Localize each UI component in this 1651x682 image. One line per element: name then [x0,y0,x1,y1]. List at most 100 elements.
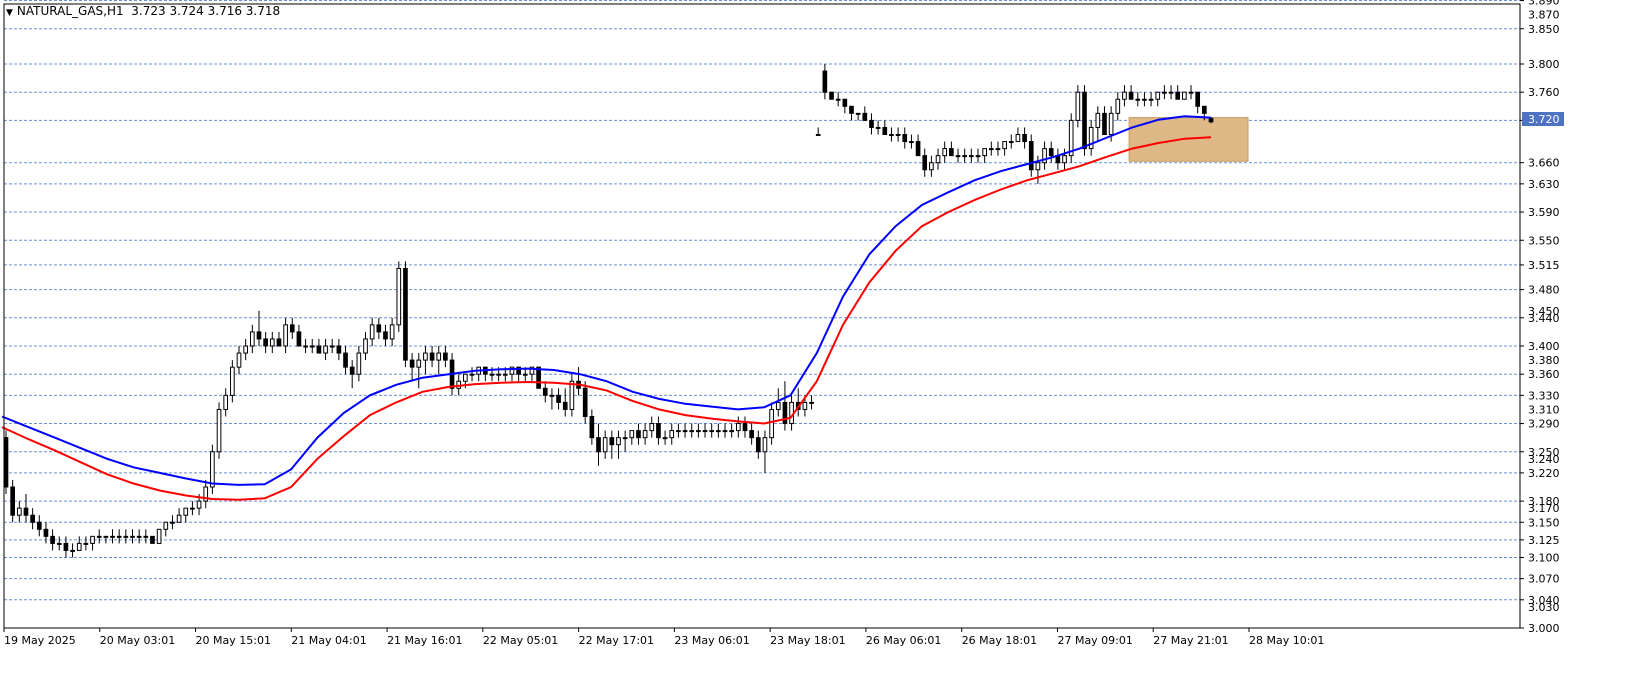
price-grid-lines [4,0,1520,629]
minor-price-label: 3.310 [1528,403,1560,416]
price-tick-label: 3.760 [1528,86,1560,99]
time-axis[interactable]: 19 May 2025 20 May 03:01 20 May 15:01 21 Ma… [3,628,1324,647]
candle-body [443,352,448,361]
candle [1128,85,1134,100]
candle-body [429,352,435,361]
candle-body [1188,91,1194,94]
candle-body [902,134,908,143]
price-tick-label: 3.070 [1528,573,1560,586]
price-tick-label: 3.000 [1528,622,1560,635]
candle-body [815,134,821,136]
price-axis[interactable]: 3.890 3.850 3.800 3.760 3.720 3.660 3.630 3.590… [1520,0,1564,635]
candle-body [735,423,741,432]
candle [1015,127,1021,143]
candle [396,261,402,332]
candle-body [895,134,901,136]
candle-body [882,126,888,135]
candle [409,353,415,382]
candle [1122,85,1127,107]
candle-body [922,155,928,171]
candle [589,409,595,445]
candle-body [662,437,668,440]
minor-price-label: 3.450 [1528,305,1560,318]
candle-body [629,430,635,439]
candle [1102,106,1107,135]
candle [929,155,934,177]
candle-body [1202,105,1207,114]
candle [210,444,215,495]
candle [1022,127,1027,149]
candle-body [296,331,302,347]
candle-body [183,507,189,516]
candle [443,346,448,368]
candle [170,515,175,530]
candle [143,529,149,544]
candle [975,148,981,163]
candle [536,366,541,389]
candle [882,120,888,135]
candle [609,430,615,459]
candle-body [702,430,708,433]
candle [23,494,29,523]
candle-body [243,345,248,354]
candle-body [369,324,375,340]
candle [1055,148,1061,170]
candle [136,529,142,544]
candle-body [502,373,508,376]
candle [230,360,235,403]
candle [682,423,688,438]
candle-body [190,507,195,510]
candle-body [855,112,861,115]
price-chart[interactable]: 3.890 3.850 3.800 3.760 3.720 3.660 3.630 3.590… [0,0,1651,682]
candle [1162,85,1167,100]
candle-body [1108,112,1114,135]
candle [742,416,748,438]
minor-price-label: 3.380 [1528,354,1560,367]
candle [283,317,288,354]
candle [1095,106,1101,142]
time-tick-label: 20 May 15:01 [196,634,271,647]
candle [1075,85,1081,128]
candle [762,430,768,473]
candle-body [303,345,308,348]
candle [223,388,229,417]
candle-body [123,535,129,538]
candle [722,423,728,438]
candle-body [10,486,15,516]
candle [795,388,801,417]
candle [735,416,741,438]
candle [96,529,102,544]
candle-body [216,408,222,453]
candle-body [1095,112,1101,128]
candle [689,423,695,438]
candle [309,338,315,354]
time-tick-label: 22 May 17:01 [579,634,654,647]
candle-body [849,105,854,114]
candle-body [383,331,388,340]
candle-body [1155,91,1161,100]
price-tick-label: 3.125 [1528,534,1560,547]
candle [429,346,435,368]
candle-body [802,401,808,410]
candle-body [822,70,828,93]
candle [269,331,275,354]
dropdown-triangle-icon[interactable]: ▼ [6,8,13,18]
candle-body [363,338,368,354]
candle [423,346,428,375]
candle-body [463,373,468,382]
candle-body [755,437,761,453]
candle-body [995,148,1001,151]
candle-body [596,437,601,453]
time-tick-label: 19 May 2025 [4,634,76,647]
candle-body [762,437,768,453]
candle-body [589,416,595,439]
candle [70,543,75,558]
candle [709,423,715,438]
candle [363,331,368,361]
candle-body [722,430,728,433]
candle [549,388,555,410]
candle [602,430,608,459]
candle [642,423,648,445]
candle [369,317,375,346]
candle-body [1062,155,1067,164]
